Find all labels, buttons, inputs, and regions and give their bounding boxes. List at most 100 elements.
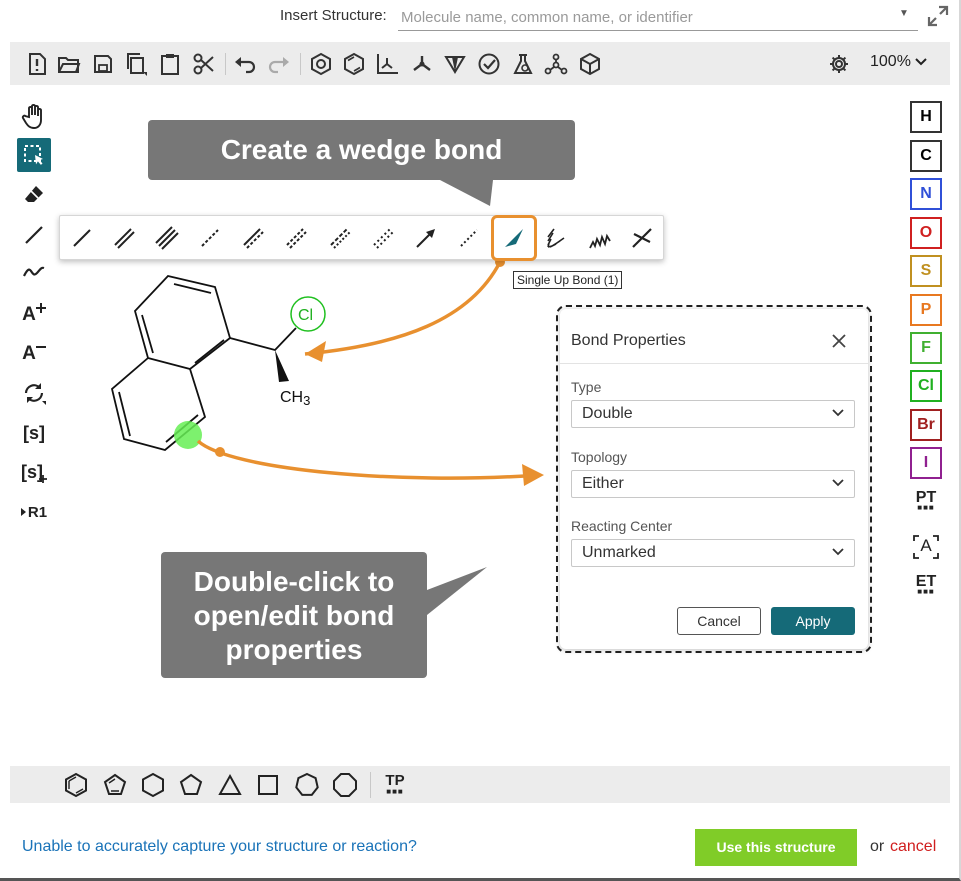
capture-help-link[interactable]: Unable to accurately capture your struct… <box>22 838 417 856</box>
cyclopentane-template-icon[interactable] <box>178 772 204 798</box>
single-down-bond-icon[interactable] <box>542 223 572 253</box>
insert-structure-label: Insert Structure: <box>280 7 387 24</box>
periodic-table-button[interactable]: PT ■■■ <box>909 489 943 512</box>
zoom-select[interactable]: 100% <box>870 53 928 71</box>
cube-icon[interactable] <box>577 51 603 77</box>
element-symbol: Br <box>917 416 935 433</box>
aromatize-icon[interactable] <box>308 51 334 77</box>
reacting-center-label: Reacting Center <box>571 518 673 534</box>
reacting-center-select[interactable]: Unmarked <box>571 539 855 567</box>
bond-tooltip: Single Up Bond (1) <box>513 271 623 289</box>
text-tool-button[interactable]: A <box>909 535 943 559</box>
type-select[interactable]: Double <box>571 400 855 428</box>
use-structure-button[interactable]: Use this structure <box>695 829 857 866</box>
cyclobutane-template-icon[interactable] <box>255 772 281 798</box>
cut-icon[interactable] <box>191 51 217 77</box>
element-button-f[interactable]: F <box>910 332 942 364</box>
rgroup-tool[interactable]: R1 <box>17 495 51 529</box>
element-symbol: O <box>919 224 933 241</box>
stereo-icon[interactable] <box>442 51 468 77</box>
callout-line: open/edit bond <box>193 600 395 631</box>
topology-label: Topology <box>571 449 628 465</box>
element-button-h[interactable]: H <box>910 101 942 133</box>
increase-charge-icon[interactable]: A <box>17 298 51 332</box>
toolbar-divider <box>300 53 301 75</box>
topology-select[interactable]: Either <box>571 470 855 498</box>
close-icon[interactable] <box>832 330 846 354</box>
template-library-button[interactable]: TP ■■■ <box>382 772 408 798</box>
minus-icon <box>35 346 46 348</box>
dots-icon: ■■■ <box>386 787 404 796</box>
settings-icon[interactable] <box>826 51 852 77</box>
open-folder-icon[interactable] <box>56 51 82 77</box>
element-symbol: S <box>920 262 932 279</box>
divider <box>560 363 868 364</box>
cyclopentadiene-template-icon[interactable] <box>102 772 128 798</box>
expand-icon[interactable] <box>927 5 949 27</box>
element-button-cl[interactable]: Cl <box>910 370 942 402</box>
caret-right-icon <box>20 508 26 516</box>
eraser-icon[interactable] <box>17 177 51 211</box>
hand-tool-icon[interactable] <box>17 99 51 133</box>
apply-button[interactable]: Apply <box>771 607 855 635</box>
single-up-bond-icon[interactable] <box>491 215 537 261</box>
undo-icon[interactable] <box>232 51 258 77</box>
single-up-down-bond-icon[interactable] <box>585 223 615 253</box>
dots-icon: ■■■ <box>917 503 935 512</box>
check-structure-icon[interactable] <box>476 51 502 77</box>
3d-view-icon[interactable] <box>543 51 569 77</box>
cis-trans-bond-icon[interactable] <box>627 223 657 253</box>
any-bond-icon[interactable] <box>195 223 225 253</box>
cycloheptane-template-icon[interactable] <box>294 772 320 798</box>
extended-table-button[interactable]: ET ■■■ <box>909 573 943 596</box>
element-button-br[interactable]: Br <box>910 409 942 441</box>
data-sgroup-tool[interactable]: [s] <box>17 455 51 489</box>
decrease-charge-icon[interactable]: A <box>17 337 51 371</box>
zoom-value: 100% <box>870 53 911 70</box>
copy-icon[interactable] <box>123 51 149 77</box>
element-button-s[interactable]: S <box>910 255 942 287</box>
plus-icon <box>39 475 47 483</box>
element-button-o[interactable]: O <box>910 217 942 249</box>
single-bond-icon[interactable] <box>67 223 97 253</box>
redo-icon[interactable] <box>266 51 292 77</box>
aromatic-bond-icon[interactable] <box>238 223 268 253</box>
cyclooctane-template-icon[interactable] <box>332 772 358 798</box>
bond-type-popup <box>59 215 664 261</box>
type-label: Type <box>571 379 602 395</box>
insert-dropdown-icon[interactable]: ▼ <box>899 8 909 19</box>
double-bond-icon[interactable] <box>109 223 139 253</box>
wedge-bond-callout: Create a wedge bond <box>148 120 575 180</box>
single-bond-tool-icon[interactable] <box>17 218 51 252</box>
dearomatize-icon[interactable] <box>341 51 367 77</box>
paste-icon[interactable] <box>157 51 183 77</box>
insert-structure-input[interactable] <box>398 4 918 31</box>
coordination-bond-icon[interactable] <box>411 223 441 253</box>
element-button-c[interactable]: C <box>910 140 942 172</box>
element-symbol: F <box>921 339 931 356</box>
rotate-tool-icon[interactable] <box>17 376 51 410</box>
calculate-icon[interactable] <box>510 51 536 77</box>
cancel-link[interactable]: cancel <box>890 838 936 856</box>
element-button-n[interactable]: N <box>910 178 942 210</box>
element-button-p[interactable]: P <box>910 294 942 326</box>
clean-layout-icon[interactable] <box>374 51 400 77</box>
single-double-bond-icon[interactable] <box>281 223 311 253</box>
triple-bond-icon[interactable] <box>152 223 182 253</box>
reacting-center-value: Unmarked <box>582 544 656 561</box>
arrange-icon[interactable] <box>409 51 435 77</box>
new-document-icon[interactable] <box>24 51 50 77</box>
atom-label: A <box>22 343 36 364</box>
cyclopropane-template-icon[interactable] <box>217 772 243 798</box>
element-button-i[interactable]: I <box>910 447 942 479</box>
cancel-button[interactable]: Cancel <box>677 607 761 635</box>
sgroup-tool[interactable]: [s] <box>17 416 51 450</box>
save-icon[interactable] <box>90 51 116 77</box>
dative-bond-icon[interactable] <box>454 223 484 253</box>
benzene-template-icon[interactable] <box>63 772 89 798</box>
cyclohexane-template-icon[interactable] <box>140 772 166 798</box>
double-aromatic-bond-icon[interactable] <box>368 223 398 253</box>
single-aromatic-bond-icon[interactable] <box>325 223 355 253</box>
chain-tool-icon[interactable] <box>17 255 51 289</box>
selection-tool-icon[interactable] <box>17 138 51 172</box>
